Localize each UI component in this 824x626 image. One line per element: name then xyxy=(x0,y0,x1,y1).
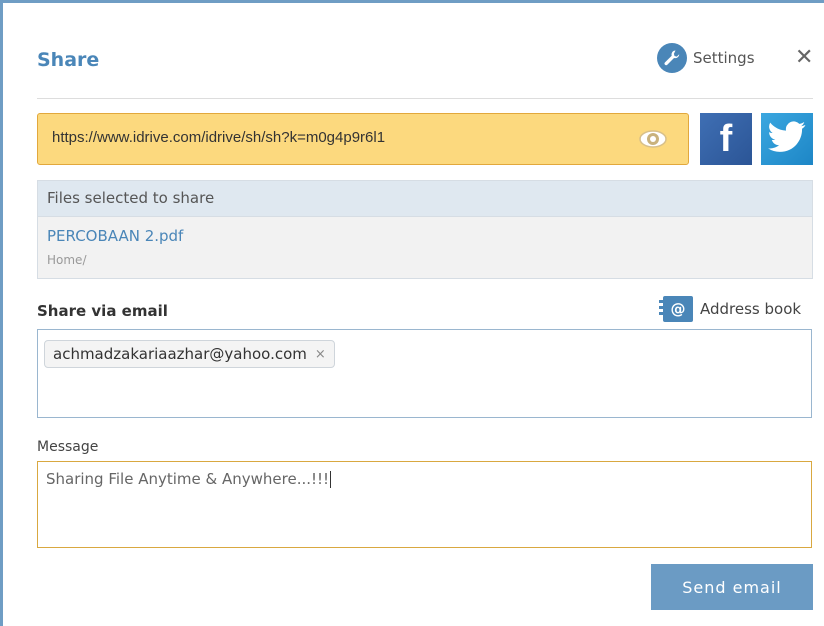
address-book-icon: @ xyxy=(659,296,693,322)
header-divider xyxy=(37,98,813,99)
share-link-url[interactable]: https://www.idrive.com/idrive/sh/sh?k=m0… xyxy=(52,129,385,146)
share-dialog: Share Settings ✕ https://www.idrive.com/… xyxy=(0,0,824,626)
message-text: Sharing File Anytime & Anywhere...!!! xyxy=(46,470,330,488)
selected-files-panel: Files selected to share PERCOBAAN 2.pdf … xyxy=(37,180,813,279)
remove-recipient-icon[interactable]: × xyxy=(315,347,326,362)
settings-label: Settings xyxy=(693,49,755,67)
eye-icon[interactable] xyxy=(638,128,668,154)
share-via-email-label: Share via email xyxy=(37,302,168,320)
recipient-chip[interactable]: achmadzakariaazhar@yahoo.com × xyxy=(44,340,335,368)
file-name-link[interactable]: PERCOBAAN 2.pdf xyxy=(47,227,183,245)
message-label: Message xyxy=(37,439,99,455)
selected-files-header: Files selected to share xyxy=(38,181,812,217)
facebook-share-button[interactable]: f xyxy=(700,113,752,165)
send-email-button[interactable]: Send email xyxy=(651,564,813,610)
text-caret xyxy=(330,471,332,488)
close-icon[interactable]: ✕ xyxy=(795,46,813,70)
twitter-icon xyxy=(768,121,806,157)
message-textarea[interactable]: Sharing File Anytime & Anywhere...!!! xyxy=(37,461,812,548)
wrench-icon xyxy=(657,43,687,73)
address-book-label: Address book xyxy=(700,300,802,318)
twitter-share-button[interactable] xyxy=(761,113,813,165)
settings-button[interactable]: Settings xyxy=(657,43,755,73)
facebook-icon: f xyxy=(719,117,733,160)
share-link-field[interactable]: https://www.idrive.com/idrive/sh/sh?k=m0… xyxy=(37,113,689,165)
recipient-email: achmadzakariaazhar@yahoo.com xyxy=(53,345,307,363)
address-book-button[interactable]: @ Address book xyxy=(659,296,802,322)
file-path: Home/ xyxy=(47,253,87,267)
dialog-title: Share xyxy=(37,49,100,71)
email-recipients-field[interactable]: achmadzakariaazhar@yahoo.com × xyxy=(37,329,812,418)
